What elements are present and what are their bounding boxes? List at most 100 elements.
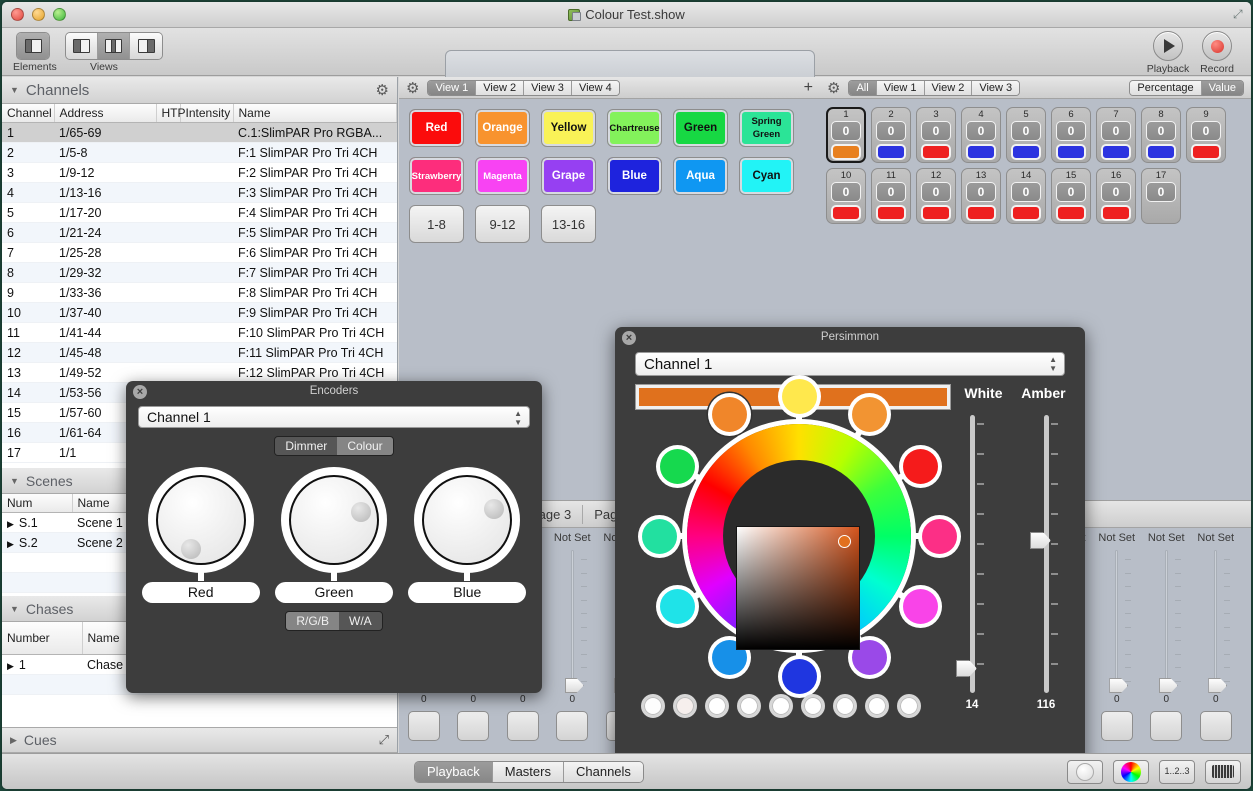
view-layout-center-button[interactable] <box>98 33 130 59</box>
record-transport-button[interactable]: Record <box>1190 31 1244 75</box>
resize-handle[interactable]: ⤢ <box>1233 7 1247 21</box>
encoder-knob-green[interactable]: Green <box>274 468 394 603</box>
wheel-swatch[interactable] <box>660 449 695 484</box>
palette-color-button[interactable]: Blue <box>607 157 662 195</box>
table-row[interactable]: 71/25-28F:6 SlimPAR Pro Tri 4CH <box>2 243 397 263</box>
channel-cell-value[interactable]: 0 <box>1056 182 1086 202</box>
fader-track[interactable] <box>1115 550 1118 690</box>
disclosure-triangle-icon[interactable]: ▶ <box>7 519 14 529</box>
wheel-swatch[interactable] <box>903 589 938 624</box>
knob-dial[interactable] <box>282 468 386 572</box>
table-row[interactable]: 31/9-12F:2 SlimPAR Pro Tri 4CH <box>2 163 397 183</box>
palette-color-button[interactable]: Magenta <box>475 157 530 195</box>
preset-swatch[interactable] <box>833 694 857 718</box>
encoders-bank-tabs[interactable]: R/G/BW/A <box>285 611 382 631</box>
channel-cell-value[interactable]: 0 <box>876 121 906 141</box>
wheel-swatch[interactable] <box>903 449 938 484</box>
channel-cell[interactable]: 40 <box>961 107 1001 163</box>
gear-icon[interactable]: ⚙ <box>827 79 840 97</box>
bottom-mode-tab[interactable]: Masters <box>493 762 564 782</box>
encoders-mode-tabs[interactable]: DimmerColour <box>274 436 393 456</box>
channel-cell-value[interactable]: 0 <box>1101 121 1131 141</box>
channel-cell-color[interactable] <box>831 144 861 160</box>
view-layout-right-button[interactable] <box>130 33 162 59</box>
palette-color-button[interactable]: Aqua <box>673 157 728 195</box>
fader-flash-button[interactable] <box>457 711 489 741</box>
wheel-swatch[interactable] <box>782 379 817 414</box>
channel-cell-color[interactable] <box>1191 144 1221 160</box>
channel-cell-value[interactable]: 0 <box>831 182 861 202</box>
table-row[interactable]: 51/17-20F:4 SlimPAR Pro Tri 4CH <box>2 203 397 223</box>
channel-cell[interactable]: 120 <box>916 168 956 224</box>
cues-section-header[interactable]: ▶ Cues ⤢ <box>2 727 397 753</box>
palette-color-button[interactable]: Green <box>673 109 728 147</box>
views-segmented-control[interactable] <box>65 32 163 60</box>
preset-swatch[interactable] <box>641 694 665 718</box>
channel-cell[interactable]: 130 <box>961 168 1001 224</box>
disclosure-triangle-icon[interactable]: ▶ <box>10 735 17 746</box>
close-icon[interactable]: × <box>133 385 147 399</box>
encoder-knob-red[interactable]: Red <box>141 468 261 603</box>
channel-cell[interactable]: 160 <box>1096 168 1136 224</box>
encoder-mode-tab[interactable]: Colour <box>337 437 392 455</box>
column-header[interactable]: Number <box>2 622 82 655</box>
fader-track[interactable] <box>1165 550 1168 690</box>
palette-range-button[interactable]: 13-16 <box>541 205 596 243</box>
column-header[interactable]: Address <box>54 104 156 123</box>
channel-cell[interactable]: 150 <box>1051 168 1091 224</box>
disclosure-triangle-icon[interactable]: ▼ <box>10 604 19 614</box>
channel-cell-value[interactable]: 0 <box>921 121 951 141</box>
channel-cell[interactable]: 60 <box>1051 107 1091 163</box>
channel-cell-value[interactable]: 0 <box>1011 182 1041 202</box>
unit-tab[interactable]: Value <box>1202 81 1243 95</box>
channel-cell[interactable]: 20 <box>871 107 911 163</box>
preset-swatch[interactable] <box>801 694 825 718</box>
preset-swatch[interactable] <box>865 694 889 718</box>
fader-flash-button[interactable] <box>408 711 440 741</box>
disclosure-triangle-icon[interactable]: ▶ <box>7 539 14 549</box>
white-slider-track[interactable] <box>970 415 975 693</box>
table-row[interactable]: 41/13-16F:3 SlimPAR Pro Tri 4CH <box>2 183 397 203</box>
encoder-knob-blue[interactable]: Blue <box>407 468 527 603</box>
gear-icon[interactable]: ⚙ <box>406 79 419 97</box>
palette-range-button[interactable]: 9-12 <box>475 205 530 243</box>
disclosure-triangle-icon[interactable]: ▶ <box>7 661 14 671</box>
table-row[interactable]: 131/49-52F:12 SlimPAR Pro Tri 4CH <box>2 363 397 383</box>
channel-view-tab[interactable]: View 3 <box>972 81 1019 95</box>
wheel-swatch[interactable] <box>712 397 747 432</box>
channel-cell-color[interactable] <box>1011 205 1041 221</box>
view-layout-left-button[interactable] <box>66 33 98 59</box>
channel-cell-color[interactable] <box>1056 144 1086 160</box>
channel-cell-color[interactable] <box>831 205 861 221</box>
close-icon[interactable]: × <box>622 331 636 345</box>
channel-cell[interactable]: 100 <box>826 168 866 224</box>
preset-swatch[interactable] <box>705 694 729 718</box>
expand-icon[interactable]: ⤢ <box>379 732 389 748</box>
palette-color-button[interactable]: Spring Green <box>739 109 794 147</box>
keyboard-tool-button[interactable] <box>1205 760 1241 784</box>
wheel-swatch[interactable] <box>852 397 887 432</box>
column-header[interactable]: Num <box>2 494 72 513</box>
amber-slider[interactable]: 116 <box>1021 415 1071 693</box>
channel-cell-color[interactable] <box>1101 144 1131 160</box>
unit-tab[interactable]: Percentage <box>1130 81 1201 95</box>
channel-cell-color[interactable] <box>876 205 906 221</box>
table-row[interactable]: 121/45-48F:11 SlimPAR Pro Tri 4CH <box>2 343 397 363</box>
elements-pane-button[interactable] <box>17 33 49 59</box>
table-row[interactable]: 111/41-44F:10 SlimPAR Pro Tri 4CH <box>2 323 397 343</box>
view-tab[interactable]: View 1 <box>428 81 476 95</box>
channel-cell-color[interactable] <box>876 144 906 160</box>
palette-color-button[interactable]: Red <box>409 109 464 147</box>
saturation-value-box[interactable] <box>736 526 860 650</box>
encoders-dialog[interactable]: × Encoders Channel 1 ▲▼ DimmerColour Red… <box>126 381 542 693</box>
palette-color-button[interactable]: Chartreuse <box>607 109 662 147</box>
channel-cell[interactable]: 70 <box>1096 107 1136 163</box>
table-row[interactable]: 11/65-69C.1:SlimPAR Pro RGBA... <box>2 123 397 143</box>
elements-segmented-control[interactable] <box>16 32 50 60</box>
channel-cell-value[interactable]: 0 <box>1056 121 1086 141</box>
channel-cell-value[interactable]: 0 <box>966 182 996 202</box>
column-header[interactable]: HTP <box>156 104 180 123</box>
table-row[interactable]: 21/5-8F:1 SlimPAR Pro Tri 4CH <box>2 143 397 163</box>
wheel-swatch[interactable] <box>782 659 817 694</box>
fader-strip[interactable]: Not Set0 <box>1191 532 1241 741</box>
